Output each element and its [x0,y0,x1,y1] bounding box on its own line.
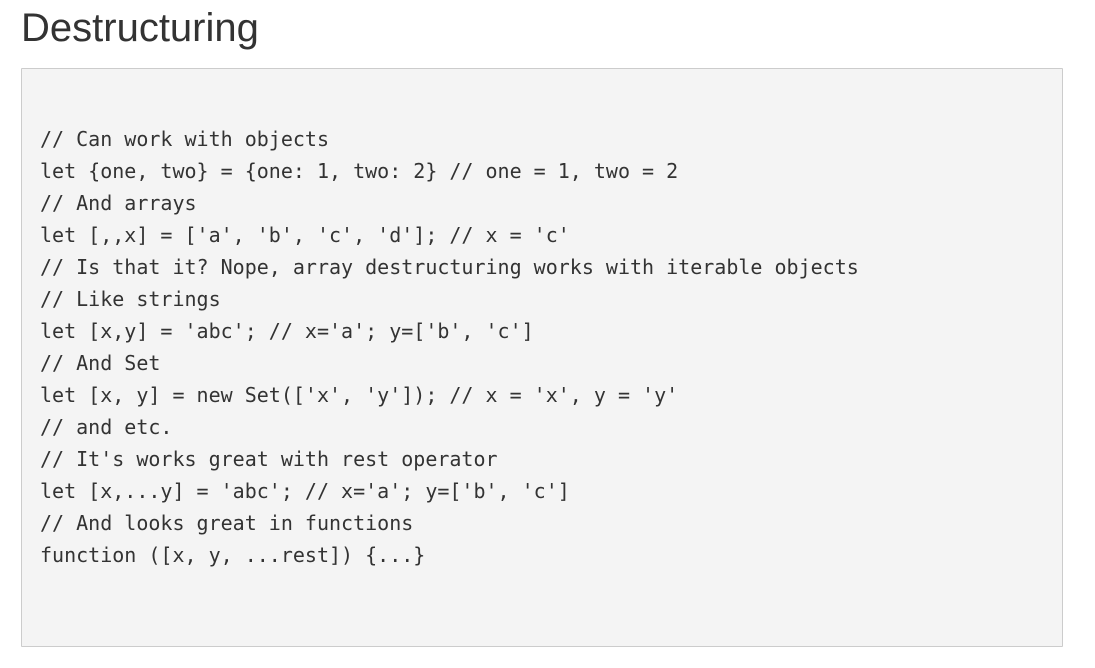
code-line: let [x, y] = new Set(['x', 'y']); // x =… [40,383,679,407]
code-block: // Can work with objects let {one, two} =… [21,68,1063,647]
code-line: // and etc. [40,415,173,439]
code-line: let {one, two} = {one: 1, two: 2} // one… [40,159,679,183]
code-line: // And arrays [40,191,197,215]
code-line: let [x,y] = 'abc'; // x='a'; y=['b', 'c'… [40,319,534,343]
code-line: // Like strings [40,287,221,311]
code-line: // And Set [40,351,161,375]
code-line: // Is that it? Nope, array destructuring… [40,255,859,279]
code-line: // And looks great in functions [40,511,414,535]
code-line: // It's works great with rest operator [40,447,498,471]
code-line: // Can work with objects [40,127,329,151]
page-title: Destructuring [21,6,259,50]
code-line: function ([x, y, ...rest]) {...} [40,543,426,567]
code-line: let [,,x] = ['a', 'b', 'c', 'd']; // x =… [40,223,570,247]
code-line: let [x,...y] = 'abc'; // x='a'; y=['b', … [40,479,570,503]
